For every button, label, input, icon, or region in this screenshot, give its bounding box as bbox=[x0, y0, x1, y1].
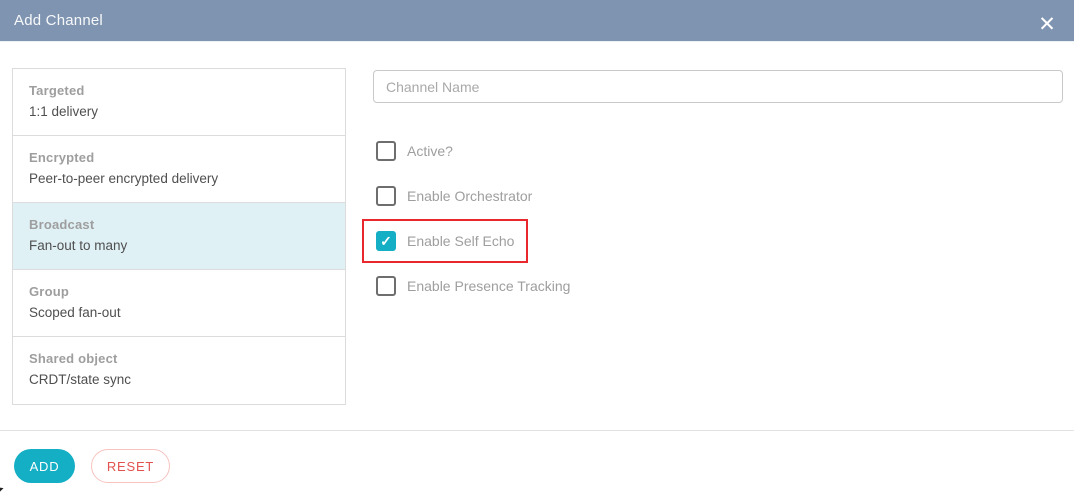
checkbox-row[interactable]: ✓ Enable Presence Tracking bbox=[362, 264, 584, 308]
reset-button[interactable]: RESET bbox=[91, 449, 170, 483]
channel-type-title: Broadcast bbox=[29, 217, 95, 232]
checkbox-label: Enable Orchestrator bbox=[407, 188, 533, 204]
channel-type-subtitle: CRDT/state sync bbox=[29, 372, 132, 387]
checkbox-label: Active? bbox=[407, 143, 453, 159]
checkbox[interactable]: ✓ bbox=[376, 141, 396, 161]
channel-type-subtitle: 1:1 delivery bbox=[29, 104, 99, 119]
channel-type-title: Targeted bbox=[29, 83, 85, 98]
footer-divider bbox=[0, 430, 1074, 431]
close-icon[interactable]: ✕ bbox=[1034, 12, 1060, 38]
checkbox-label: Enable Presence Tracking bbox=[407, 278, 571, 294]
checkbox[interactable]: ✓ bbox=[376, 186, 396, 206]
dialog-header: Add Channel ✕ bbox=[0, 0, 1074, 42]
channel-type-title: Shared object bbox=[29, 351, 118, 366]
checkbox[interactable]: ✓ bbox=[376, 231, 396, 251]
channel-type-item[interactable]: Broadcast Fan-out to many bbox=[13, 203, 345, 270]
checkbox-row[interactable]: ✓ Enable Orchestrator bbox=[362, 174, 546, 218]
checkbox[interactable]: ✓ bbox=[376, 276, 396, 296]
dialog-title: Add Channel bbox=[14, 12, 103, 29]
channel-type-subtitle: Scoped fan-out bbox=[29, 305, 121, 320]
channel-type-item[interactable]: Shared object CRDT/state sync bbox=[13, 337, 345, 404]
add-channel-dialog: Add Channel ✕ Targeted 1:1 delivery Encr… bbox=[0, 0, 1074, 497]
channel-type-item[interactable]: Group Scoped fan-out bbox=[13, 270, 345, 337]
channel-type-list: Targeted 1:1 delivery Encrypted Peer-to-… bbox=[12, 68, 346, 405]
checkbox-label: Enable Self Echo bbox=[407, 233, 515, 249]
add-button[interactable]: ADD bbox=[14, 449, 75, 483]
channel-type-item[interactable]: Targeted 1:1 delivery bbox=[13, 69, 345, 136]
channel-type-title: Group bbox=[29, 284, 69, 299]
checkbox-group: ✓ Active? ✓ Enable Orchestrator ✓ Enable… bbox=[362, 129, 584, 309]
cursor-artifact bbox=[0, 487, 9, 497]
checkbox-row[interactable]: ✓ Active? bbox=[362, 129, 467, 173]
channel-type-subtitle: Fan-out to many bbox=[29, 238, 128, 253]
footer-actions: ADD RESET bbox=[14, 449, 170, 483]
checkbox-row[interactable]: ✓ Enable Self Echo bbox=[362, 219, 529, 263]
channel-type-title: Encrypted bbox=[29, 150, 95, 165]
checkmark-icon: ✓ bbox=[380, 233, 392, 249]
channel-name-input[interactable] bbox=[373, 70, 1063, 103]
channel-type-item[interactable]: Encrypted Peer-to-peer encrypted deliver… bbox=[13, 136, 345, 203]
channel-type-subtitle: Peer-to-peer encrypted delivery bbox=[29, 171, 219, 186]
